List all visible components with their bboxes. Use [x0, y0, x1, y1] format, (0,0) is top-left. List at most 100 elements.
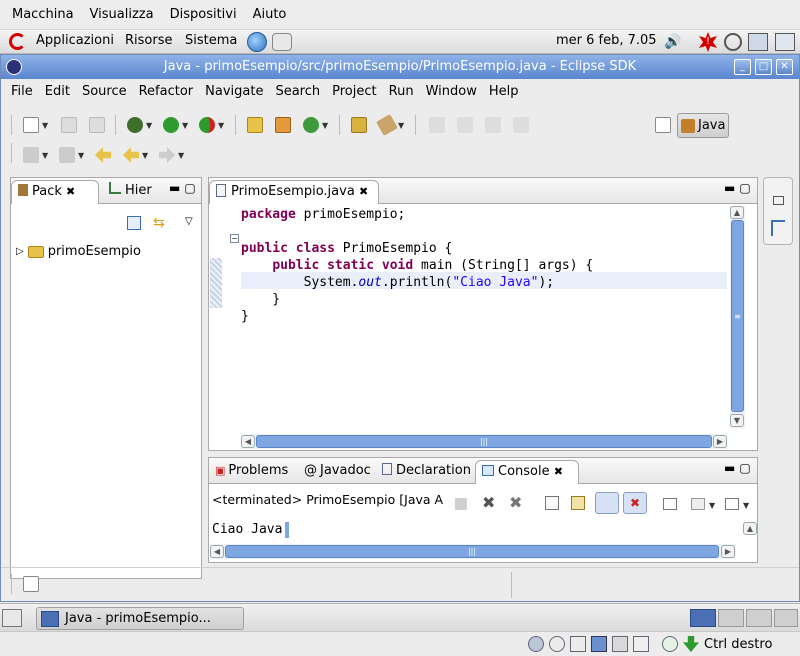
- update-notification-icon[interactable]: !: [699, 32, 717, 52]
- vm-menu-visualizza[interactable]: Visualizza: [82, 7, 162, 22]
- shared-folders-icon[interactable]: [612, 636, 628, 652]
- new-icon[interactable]: [23, 117, 39, 133]
- editor-vscrollbar[interactable]: ▲ ≡ ▼: [730, 206, 745, 428]
- pin-console-icon[interactable]: [663, 498, 677, 510]
- debug-icon[interactable]: [127, 117, 143, 133]
- tab-javadoc[interactable]: @ Javadoc: [298, 460, 377, 484]
- menu-run[interactable]: Run: [383, 84, 420, 99]
- network-icon[interactable]: [748, 33, 768, 51]
- menu-search[interactable]: Search: [269, 84, 326, 99]
- collapse-all-icon[interactable]: [127, 216, 141, 230]
- block-selection-icon[interactable]: [485, 117, 501, 133]
- search-icon[interactable]: [724, 33, 742, 51]
- show-whitespace-icon[interactable]: [513, 117, 529, 133]
- scroll-right-icon[interactable]: ▶: [721, 545, 735, 558]
- host-key-arrow-icon[interactable]: [683, 636, 699, 652]
- workspace-1[interactable]: [690, 609, 716, 627]
- tab-package-explorer[interactable]: Pack ✖: [11, 180, 99, 204]
- new-class-icon[interactable]: [303, 117, 319, 133]
- tab-primoesempio-java[interactable]: PrimoEsempio.java ✖: [209, 180, 379, 204]
- external-tools-icon[interactable]: [199, 117, 215, 133]
- taskbar-eclipse-button[interactable]: Java - primoEsempio...: [36, 607, 244, 630]
- menu-project[interactable]: Project: [326, 84, 382, 99]
- places-menu[interactable]: Risorse: [125, 33, 173, 48]
- code-area[interactable]: package primoEsempio; public class PrimoE…: [241, 204, 729, 430]
- minimize-maximize-icons[interactable]: ▬▢: [169, 181, 200, 195]
- toggle-mark-occurrences-icon[interactable]: [429, 117, 445, 133]
- editor-hscrollbar[interactable]: ◀ ||| ▶: [241, 434, 727, 449]
- restore-icon[interactable]: [773, 196, 784, 205]
- java-perspective-button[interactable]: Java: [677, 113, 729, 138]
- new-java-project-icon[interactable]: [247, 117, 263, 133]
- menu-file[interactable]: File: [5, 84, 39, 99]
- mail-icon[interactable]: [272, 33, 292, 51]
- vm-menu-aiuto[interactable]: Aiuto: [245, 7, 295, 22]
- console-vscrollbar[interactable]: ▲: [743, 522, 757, 544]
- capture-icon[interactable]: [633, 636, 649, 652]
- tab-declaration[interactable]: Declaration: [376, 460, 477, 484]
- maximize-window-button[interactable]: □: [755, 59, 772, 75]
- menu-edit[interactable]: Edit: [39, 84, 76, 99]
- vm-menu-dispositivi[interactable]: Dispositivi: [162, 7, 245, 22]
- window-titlebar[interactable]: Java - primoEsempio/src/primoEsempio/Pri…: [1, 55, 799, 79]
- menu-refactor[interactable]: Refactor: [133, 84, 200, 99]
- last-edit-location-icon[interactable]: [95, 147, 111, 163]
- hard-disk-icon[interactable]: [528, 636, 544, 652]
- screen-icon[interactable]: [775, 33, 795, 51]
- next-annotation-icon[interactable]: [23, 147, 39, 163]
- fast-view-icon[interactable]: [23, 576, 39, 592]
- remove-all-terminated-icon[interactable]: ✖: [509, 493, 522, 512]
- minimize-maximize-icons[interactable]: ▬▢: [724, 181, 755, 195]
- workspace-4[interactable]: [774, 609, 798, 627]
- tab-hierarchy[interactable]: Hier: [103, 180, 158, 204]
- tab-problems[interactable]: ▣ Problems: [209, 460, 294, 484]
- scroll-thumb[interactable]: |||: [256, 435, 712, 448]
- tree-item-project[interactable]: ▷ primoEsempio: [16, 244, 141, 259]
- link-with-editor-icon[interactable]: ⇆: [153, 216, 169, 230]
- debian-logo-icon[interactable]: [9, 33, 26, 50]
- minimize-window-button[interactable]: _: [734, 59, 751, 75]
- close-tab-icon[interactable]: ✖: [554, 465, 563, 478]
- clock[interactable]: mer 6 feb, 7.05: [556, 33, 657, 48]
- open-type-icon[interactable]: [351, 117, 367, 133]
- clear-console-icon[interactable]: [545, 496, 559, 510]
- scroll-up-icon[interactable]: ▲: [730, 206, 744, 219]
- previous-annotation-icon[interactable]: [59, 147, 75, 163]
- show-on-stderr-button[interactable]: ✖: [623, 492, 647, 514]
- forward-icon[interactable]: [159, 147, 175, 163]
- tab-console[interactable]: Console ✖: [475, 460, 579, 484]
- vm-menu-macchina[interactable]: Macchina: [4, 7, 82, 22]
- toggle-breadcrumb-icon[interactable]: [457, 117, 473, 133]
- system-menu[interactable]: Sistema: [185, 33, 237, 48]
- scroll-lock-icon[interactable]: [571, 496, 585, 510]
- expand-arrow-icon[interactable]: ▷: [16, 246, 24, 257]
- scroll-left-icon[interactable]: ◀: [210, 545, 224, 558]
- fold-icon[interactable]: −: [230, 234, 239, 243]
- console-output[interactable]: Ciao Java: [210, 520, 742, 542]
- close-window-button[interactable]: ✕: [776, 59, 793, 75]
- applications-menu[interactable]: Applicazioni: [36, 33, 114, 48]
- workspace-3[interactable]: [746, 609, 772, 627]
- workspace-2[interactable]: [718, 609, 744, 627]
- menu-help[interactable]: Help: [483, 84, 525, 99]
- web-browser-icon[interactable]: [247, 32, 267, 52]
- minimize-maximize-icons[interactable]: ▬▢: [724, 461, 755, 475]
- show-on-stdout-button[interactable]: [595, 492, 619, 514]
- close-tab-icon[interactable]: ✖: [359, 185, 368, 198]
- open-console-icon[interactable]: [725, 498, 739, 510]
- new-package-icon[interactable]: [275, 117, 291, 133]
- show-desktop-icon[interactable]: [2, 609, 22, 627]
- usb-icon[interactable]: [570, 636, 586, 652]
- open-perspective-icon[interactable]: [655, 117, 671, 133]
- view-menu-icon[interactable]: ▽: [185, 216, 193, 227]
- menu-navigate[interactable]: Navigate: [199, 84, 269, 99]
- eclipse-logo-icon[interactable]: [6, 59, 22, 75]
- outline-icon[interactable]: [771, 220, 785, 236]
- display-console-icon[interactable]: [691, 498, 705, 510]
- volume-icon[interactable]: 🔊: [664, 34, 681, 50]
- print-icon[interactable]: [89, 117, 105, 133]
- scroll-thumb[interactable]: ≡: [731, 220, 744, 412]
- network-adapter-icon[interactable]: [591, 636, 607, 652]
- terminate-icon[interactable]: [455, 498, 467, 510]
- mouse-integration-icon[interactable]: [662, 636, 678, 652]
